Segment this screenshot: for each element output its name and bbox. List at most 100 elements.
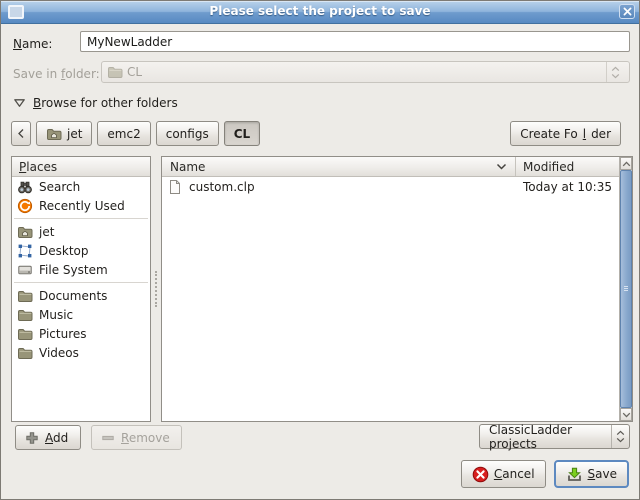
place-label: jet	[39, 225, 54, 239]
path-item-current[interactable]: CL	[224, 121, 260, 146]
file-row[interactable]: custom.clp Today at 10:35	[162, 177, 619, 196]
label-part: R	[121, 431, 129, 445]
places-separator	[14, 282, 148, 283]
save-project-dialog: Please select the project to save Name: …	[0, 0, 640, 500]
column-header-modified[interactable]: Modified	[516, 157, 619, 176]
save-button[interactable]: Save	[554, 460, 629, 488]
file-list-pane: Name Modified custom.clp Today at 10:35	[161, 156, 633, 422]
add-shortcut-button[interactable]: Add	[15, 425, 81, 450]
path-bar: jet emc2 configs CL	[11, 121, 260, 146]
file-list-scrollbar[interactable]	[619, 157, 632, 421]
place-item-pictures[interactable]: Pictures	[12, 324, 150, 343]
label-part: P	[19, 160, 26, 174]
place-item-file-system[interactable]: File System	[12, 260, 150, 279]
window-title: Please select the project to save	[31, 4, 609, 18]
place-label: File System	[39, 263, 108, 277]
name-label: Name:	[13, 37, 52, 51]
path-item-label: CL	[234, 127, 250, 141]
folder-icon	[17, 288, 33, 304]
place-label: Search	[39, 180, 80, 194]
path-item-label: emc2	[107, 127, 140, 141]
label-part: l	[583, 127, 586, 141]
label-part: rowse for other folders	[41, 96, 177, 110]
path-item-home[interactable]: jet	[36, 121, 92, 146]
browse-folders-expander[interactable]: Browse for other folders	[13, 94, 178, 112]
column-label: Modified	[523, 160, 574, 174]
save-in-folder-combo: CL	[101, 61, 630, 83]
chevron-left-icon	[17, 128, 25, 139]
button-label: Add	[45, 431, 68, 445]
place-label: Videos	[39, 346, 79, 360]
scroll-down-icon[interactable]	[620, 408, 632, 421]
search-icon	[17, 179, 33, 195]
folder-icon	[17, 326, 33, 342]
window-icon	[8, 5, 24, 19]
place-item-music[interactable]: Music	[12, 305, 150, 324]
file-type-filter-combo[interactable]: ClassicLadder projects	[479, 424, 630, 449]
name-input[interactable]	[80, 31, 630, 52]
file-modified: Today at 10:35	[523, 180, 614, 194]
scrollbar-thumb[interactable]	[620, 170, 632, 408]
path-item-label: jet	[67, 127, 82, 141]
cancel-button[interactable]: Cancel	[461, 460, 546, 488]
folder-icon	[17, 345, 33, 361]
titlebar[interactable]: Please select the project to save	[1, 1, 639, 24]
place-label: Desktop	[39, 244, 89, 258]
close-icon	[623, 7, 632, 16]
minus-icon	[100, 430, 116, 446]
place-item-home[interactable]: jet	[12, 222, 150, 241]
column-header-name[interactable]: Name	[162, 157, 516, 176]
save-icon	[566, 466, 583, 483]
label-part: ame:	[22, 37, 52, 51]
path-item-configs[interactable]: configs	[156, 121, 219, 146]
places-separator	[14, 218, 148, 219]
path-item-label: configs	[166, 127, 209, 141]
place-item-search[interactable]: Search	[12, 177, 150, 196]
pane-splitter[interactable]	[151, 156, 161, 422]
place-label: Pictures	[39, 327, 87, 341]
expander-triangle-icon	[13, 98, 26, 108]
spinner-arrows-icon	[611, 425, 629, 448]
label-part: older:	[65, 67, 99, 81]
label-part: dd	[53, 431, 68, 445]
label-part: ancel	[502, 467, 534, 481]
folder-icon	[107, 64, 123, 80]
label-part: A	[45, 431, 53, 445]
filter-value: ClassicLadder projects	[489, 423, 611, 451]
place-item-documents[interactable]: Documents	[12, 286, 150, 305]
places-pane: Places Search Recently Used jet Desktop	[11, 156, 151, 422]
home-folder-icon	[46, 126, 62, 142]
folder-icon	[17, 307, 33, 323]
place-item-videos[interactable]: Videos	[12, 343, 150, 362]
label-part: C	[494, 467, 502, 481]
close-button[interactable]	[619, 4, 635, 19]
plus-icon	[24, 430, 40, 446]
create-folder-button[interactable]: Create Fo lder	[510, 121, 621, 146]
file-icon	[167, 179, 183, 195]
label-part: N	[13, 37, 22, 51]
label-part: ave	[595, 467, 617, 481]
path-item-emc2[interactable]: emc2	[97, 121, 150, 146]
file-name: custom.clp	[189, 180, 255, 194]
path-back-button[interactable]	[11, 121, 31, 146]
recently-used-icon	[17, 198, 33, 214]
desktop-icon	[17, 243, 33, 259]
spinner-arrows-icon	[606, 62, 624, 82]
scroll-up-icon[interactable]	[620, 157, 632, 170]
place-label: Music	[39, 308, 73, 322]
label-part: S	[588, 467, 596, 481]
remove-shortcut-button: Remove	[91, 425, 182, 450]
place-label: Recently Used	[39, 199, 125, 213]
drive-icon	[17, 262, 33, 278]
home-folder-icon	[17, 224, 33, 240]
cancel-icon	[472, 466, 489, 483]
label-part: der	[591, 127, 611, 141]
label-part: Save in	[13, 67, 61, 81]
place-item-desktop[interactable]: Desktop	[12, 241, 150, 260]
place-item-recently-used[interactable]: Recently Used	[12, 196, 150, 215]
button-label: Save	[588, 467, 617, 481]
label-part: laces	[26, 160, 57, 174]
label-part: Create Fo	[520, 127, 578, 141]
dialog-actions: Cancel Save	[461, 460, 629, 488]
places-header[interactable]: Places	[12, 157, 150, 177]
